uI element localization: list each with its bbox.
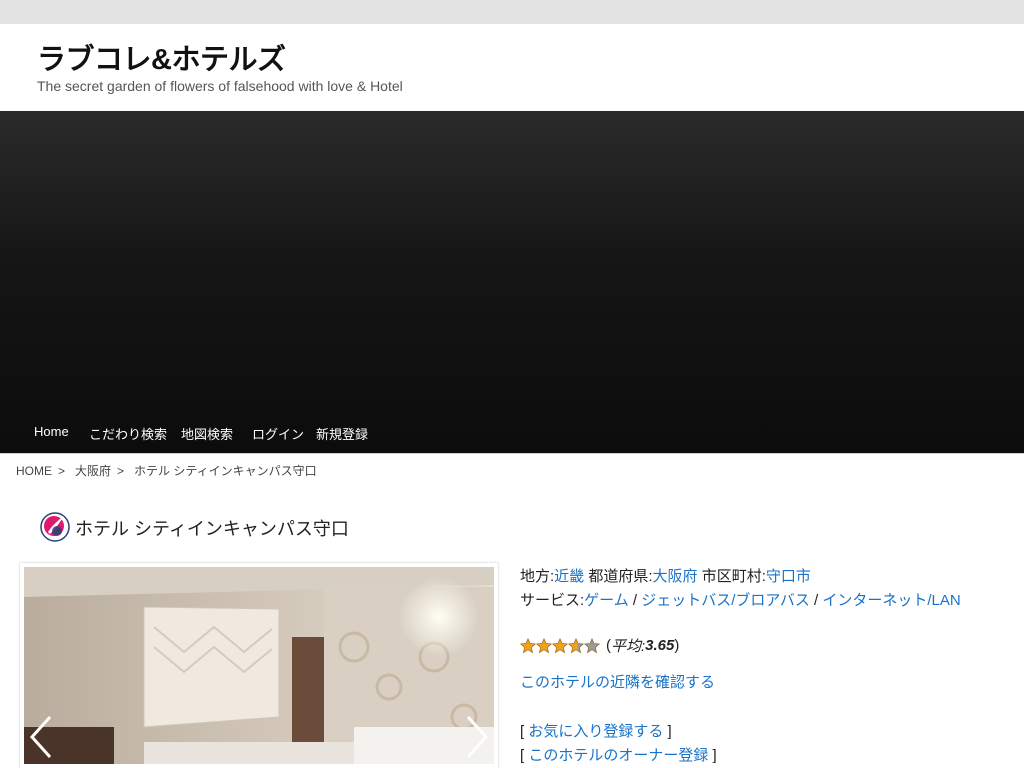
breadcrumb-current: ホテル シティインキャンパス守口: [134, 464, 317, 478]
star-icon[interactable]: [520, 637, 536, 654]
star-icon[interactable]: [536, 637, 552, 654]
site-description: The secret garden of flowers of falsehoo…: [37, 78, 403, 94]
breadcrumb-prefecture[interactable]: 大阪府: [75, 464, 111, 478]
bracket-close: ]: [712, 747, 717, 764]
owner-row: [ このホテルのオーナー登録 ]: [520, 744, 717, 765]
city-link[interactable]: 守口市: [766, 568, 811, 585]
chevron-right-icon[interactable]: [464, 714, 490, 760]
nav-item-home[interactable]: Home: [34, 424, 69, 439]
rating-average-label: 平均:: [611, 638, 646, 655]
star-icon[interactable]: [552, 637, 568, 654]
breadcrumb-separator: >: [58, 464, 66, 478]
service-link[interactable]: インターネット/LAN: [822, 592, 960, 609]
site-title[interactable]: ラブコレ&ホテルズ: [37, 36, 286, 78]
hero-banner: [0, 111, 1024, 454]
hotel-room-photo: [24, 567, 494, 764]
city-label: 市区町村:: [701, 568, 766, 585]
prefecture-label: 都道府県:: [588, 568, 653, 585]
neighbor-link[interactable]: このホテルの近隣を確認する: [520, 671, 715, 692]
rating-close: ): [674, 637, 680, 654]
bracket-open: [: [520, 747, 525, 764]
services-row: サービス:ゲーム / ジェットバス/ブロアバス / インターネット/LAN: [520, 589, 961, 613]
service-separator: /: [632, 592, 638, 609]
bracket-close: ]: [667, 723, 672, 740]
nav-item-advanced-search[interactable]: こだわり検索: [89, 424, 167, 443]
star-rating[interactable]: [520, 637, 600, 654]
breadcrumb-home[interactable]: HOME: [16, 464, 52, 478]
hotel-info: 地方:近畿 都道府県:大阪府 市区町村:守口市 サービス:ゲーム / ジェットバ…: [520, 565, 961, 613]
breadcrumb-separator: >: [117, 464, 125, 478]
service-separator: /: [814, 592, 819, 609]
breadcrumb: HOME > 大阪府 > ホテル シティインキャンパス守口: [16, 462, 323, 479]
prefecture-link[interactable]: 大阪府: [653, 568, 698, 585]
chevron-left-icon[interactable]: [28, 714, 54, 760]
nav-item-register[interactable]: 新規登録: [316, 424, 368, 443]
rating-average-value: 3.65: [645, 637, 675, 654]
main-nav: Home こだわり検索 地図検索 ログイン 新規登録: [0, 411, 1024, 453]
location-row: 地方:近畿 都道府県:大阪府 市区町村:守口市: [520, 565, 961, 589]
rating-row: (平均: 3.65): [520, 635, 679, 656]
top-bar: [0, 0, 1024, 24]
favorite-link[interactable]: お気に入り登録する: [528, 723, 663, 740]
region-label: 地方:: [520, 568, 555, 585]
hotel-title: ホテル シティインキャンパス守口: [75, 519, 349, 539]
service-link[interactable]: ジェットバス/ブロアバス: [641, 592, 810, 609]
favorite-row: [ お気に入り登録する ]: [520, 720, 672, 741]
region-link[interactable]: 近畿: [554, 568, 584, 585]
nav-item-map-search[interactable]: 地図検索: [181, 424, 233, 443]
bracket-open: [: [520, 723, 525, 740]
nav-item-login[interactable]: ログイン: [252, 424, 304, 443]
service-link[interactable]: ゲーム: [584, 592, 629, 609]
owner-register-link[interactable]: このホテルのオーナー登録: [528, 747, 708, 764]
star-icon[interactable]: [584, 637, 600, 654]
services-label: サービス:: [520, 592, 585, 609]
brand-swirl-icon: [40, 512, 70, 542]
star-icon[interactable]: [568, 637, 584, 654]
hotel-photo-slider[interactable]: [20, 563, 498, 768]
